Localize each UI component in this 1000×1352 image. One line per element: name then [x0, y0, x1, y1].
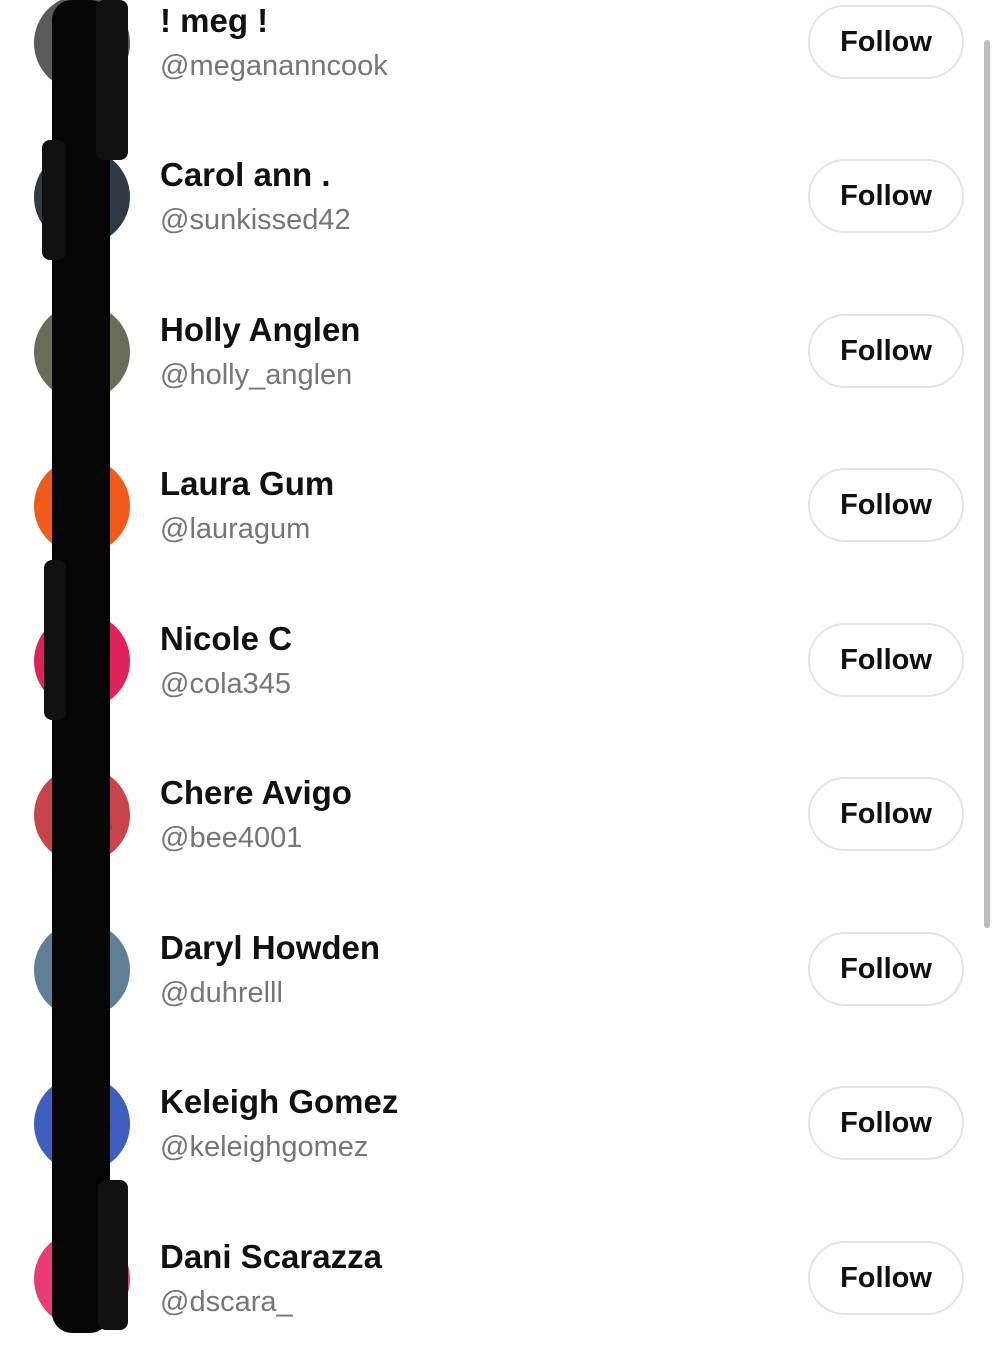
user-name[interactable]: Laura Gum — [160, 465, 334, 503]
user-row: CA Chere Avigo @bee4001 Follow — [0, 734, 990, 888]
user-name[interactable]: Daryl Howden — [160, 929, 380, 967]
user-row: DS Dani Scarazza @dscara_ Follow — [0, 1198, 990, 1352]
user-name[interactable]: Holly Anglen — [160, 311, 360, 349]
user-name[interactable]: Dani Scarazza — [160, 1238, 382, 1276]
scrollbar[interactable] — [984, 40, 990, 928]
user-handle: @dscara_ — [160, 1286, 293, 1318]
user-row: ! meg ! @megananncook Follow — [0, 0, 990, 116]
follow-button[interactable]: Follow — [808, 314, 964, 388]
user-handle: @keleighgomez — [160, 1131, 369, 1163]
follow-button[interactable]: Follow — [808, 5, 964, 79]
user-handle: @sunkissed42 — [160, 204, 351, 236]
user-handle: @cola345 — [160, 668, 292, 700]
user-name[interactable]: Keleigh Gomez — [160, 1083, 398, 1121]
follow-button[interactable]: Follow — [808, 932, 964, 1006]
user-row: KG Keleigh Gomez @keleighgomez Follow — [0, 1043, 990, 1197]
user-row: Holly Anglen @holly_anglen Follow — [0, 271, 990, 425]
user-row: Nicole C @cola345 Follow — [0, 580, 990, 734]
redaction-mark — [96, 0, 128, 160]
follow-button[interactable]: Follow — [808, 1241, 964, 1315]
user-handle: @bee4001 — [160, 822, 303, 854]
redaction-mark — [42, 140, 66, 260]
user-name[interactable]: Nicole C — [160, 620, 292, 658]
redaction-mark — [98, 1180, 128, 1330]
user-row: Daryl Howden @duhrelll Follow — [0, 889, 990, 1043]
user-row: Laura Gum @lauragum Follow — [0, 425, 990, 579]
follow-button[interactable]: Follow — [808, 159, 964, 233]
follow-button[interactable]: Follow — [808, 468, 964, 542]
follow-button[interactable]: Follow — [808, 777, 964, 851]
follow-button[interactable]: Follow — [808, 1086, 964, 1160]
user-handle: @lauragum — [160, 513, 311, 545]
user-name[interactable]: ! meg ! — [160, 2, 268, 40]
user-row: Carol ann . @sunkissed42 Follow — [0, 116, 990, 270]
user-name[interactable]: Chere Avigo — [160, 774, 352, 812]
follow-suggestions-list: ! meg ! @megananncook Follow Carol ann .… — [0, 0, 1000, 1333]
user-handle: @megananncook — [160, 50, 388, 82]
user-handle: @holly_anglen — [160, 359, 353, 391]
follow-button[interactable]: Follow — [808, 623, 964, 697]
redaction-mark — [44, 560, 66, 720]
user-name[interactable]: Carol ann . — [160, 156, 331, 194]
user-handle: @duhrelll — [160, 977, 283, 1009]
